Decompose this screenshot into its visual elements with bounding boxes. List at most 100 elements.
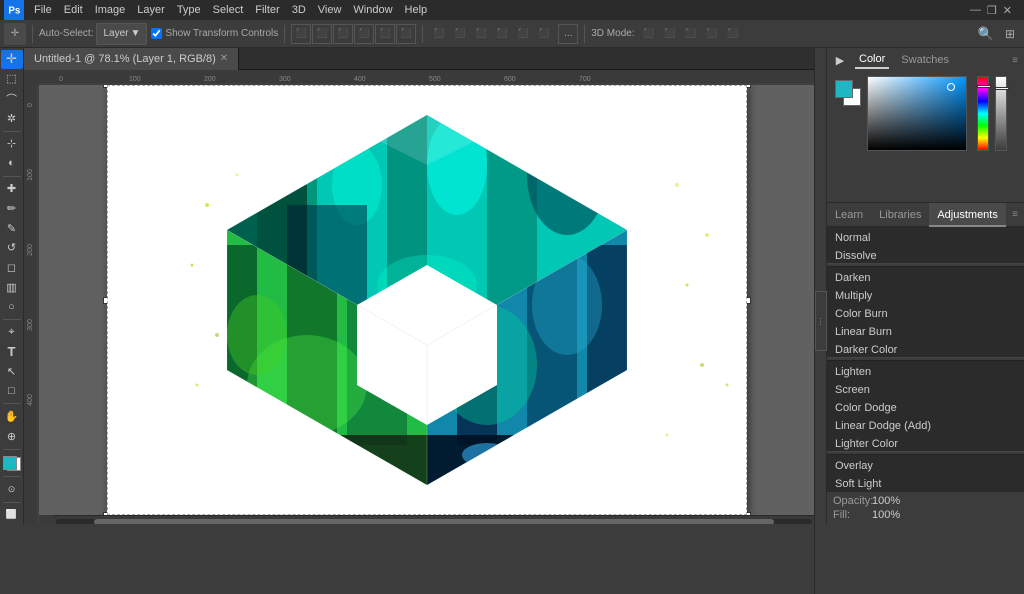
- color-picker-handle[interactable]: [947, 83, 955, 91]
- 3d-icon4[interactable]: ⬛: [702, 24, 722, 44]
- tool-hand[interactable]: ✋: [1, 407, 23, 426]
- auto-select-dropdown[interactable]: Layer ▼: [96, 23, 147, 45]
- tool-history[interactable]: ↺: [1, 238, 23, 257]
- blend-lighter-color[interactable]: Lighter Color: [827, 433, 1024, 451]
- blend-darker-color[interactable]: Darker Color: [827, 339, 1024, 357]
- fg-bg-swatches[interactable]: [835, 80, 861, 106]
- menu-filter[interactable]: Filter: [249, 0, 285, 20]
- dist1-icon[interactable]: ⬛: [429, 24, 449, 44]
- canvas-viewport[interactable]: [39, 85, 814, 515]
- tool-shape[interactable]: □: [1, 382, 23, 401]
- blend-normal[interactable]: Normal: [827, 227, 1024, 245]
- fill-value[interactable]: 100%: [872, 509, 900, 521]
- hue-strip[interactable]: [977, 76, 989, 151]
- dist4-icon[interactable]: ⬛: [492, 24, 512, 44]
- document-tab[interactable]: Untitled-1 @ 78.1% (Layer 1, RGB/8) ✕: [24, 48, 239, 70]
- panel-icon-set[interactable]: ⋮: [815, 291, 827, 351]
- menu-3d[interactable]: 3D: [286, 0, 312, 20]
- search-icon[interactable]: 🔍: [976, 24, 996, 44]
- align-top-icon[interactable]: ⬛: [354, 24, 374, 44]
- tool-zoom[interactable]: ⊕: [1, 427, 23, 446]
- blend-multiply[interactable]: Multiply: [827, 285, 1024, 303]
- blend-mode-list[interactable]: Normal Dissolve Darken Multiply Color Bu…: [827, 227, 1024, 491]
- tool-healing[interactable]: ✚: [1, 180, 23, 199]
- adj-panel-menu-icon[interactable]: ≡: [1006, 209, 1024, 220]
- tab-close-btn[interactable]: ✕: [220, 53, 228, 64]
- learn-tab[interactable]: Learn: [827, 203, 871, 227]
- color-gradient-container[interactable]: [867, 76, 967, 154]
- tool-crop[interactable]: ⊹: [1, 134, 23, 153]
- 3d-icon2[interactable]: ⬛: [660, 24, 680, 44]
- align-center-h-icon[interactable]: ⬛: [312, 24, 332, 44]
- horizontal-scrollbar[interactable]: [54, 515, 814, 524]
- swatches-tab[interactable]: Swatches: [897, 52, 953, 68]
- show-transform-checkbox[interactable]: [151, 28, 162, 39]
- tool-lasso[interactable]: ⌒: [1, 89, 23, 108]
- color-gradient[interactable]: [867, 76, 967, 151]
- blend-color-dodge[interactable]: Color Dodge: [827, 397, 1024, 415]
- maximize-btn[interactable]: ❒: [987, 4, 997, 17]
- tool-marquee[interactable]: ⬚: [1, 70, 23, 89]
- tool-quickmask[interactable]: ⊙: [1, 480, 23, 499]
- blend-lighten[interactable]: Lighten: [827, 361, 1024, 379]
- menu-view[interactable]: View: [312, 0, 348, 20]
- hue-strip-handle[interactable]: [977, 85, 991, 88]
- fg-swatch[interactable]: [835, 80, 853, 98]
- close-btn[interactable]: ✕: [1003, 4, 1012, 17]
- h-scrollbar-track[interactable]: [56, 519, 812, 525]
- tool-path-select[interactable]: ↖: [1, 362, 23, 381]
- blend-linear-burn[interactable]: Linear Burn: [827, 321, 1024, 339]
- color-tab[interactable]: Color: [855, 51, 889, 69]
- menu-edit[interactable]: Edit: [58, 0, 89, 20]
- menu-type[interactable]: Type: [171, 0, 207, 20]
- dist6-icon[interactable]: ⬛: [534, 24, 554, 44]
- dist5-icon[interactable]: ⬛: [513, 24, 533, 44]
- foreground-color-swatch[interactable]: [3, 456, 17, 470]
- play-icon[interactable]: ▶: [833, 53, 847, 67]
- tool-brush[interactable]: ✏: [1, 199, 23, 218]
- opacity-value[interactable]: 100%: [872, 495, 900, 507]
- menu-help[interactable]: Help: [399, 0, 434, 20]
- align-bottom-icon[interactable]: ⬛: [396, 24, 416, 44]
- tool-screen-mode[interactable]: ⬜: [1, 505, 23, 524]
- tool-dodge[interactable]: ○: [1, 297, 23, 316]
- dist3-icon[interactable]: ⬛: [471, 24, 491, 44]
- tool-pen[interactable]: ⌖: [1, 323, 23, 342]
- align-left-icon[interactable]: ⬛: [291, 24, 311, 44]
- minimize-btn[interactable]: —: [970, 4, 981, 17]
- menu-window[interactable]: Window: [347, 0, 398, 20]
- dist2-icon[interactable]: ⬛: [450, 24, 470, 44]
- blend-color-burn[interactable]: Color Burn: [827, 303, 1024, 321]
- tool-text[interactable]: T: [1, 343, 23, 362]
- tool-eyedropper[interactable]: ◐: [1, 154, 23, 173]
- menu-image[interactable]: Image: [89, 0, 132, 20]
- color-panel-menu-icon[interactable]: ≡: [1012, 55, 1018, 66]
- menu-layer[interactable]: Layer: [131, 0, 171, 20]
- align-center-v-icon[interactable]: ⬛: [375, 24, 395, 44]
- 3d-icon1[interactable]: ⬛: [639, 24, 659, 44]
- tool-move[interactable]: ✛: [1, 50, 23, 69]
- tool-gradient[interactable]: ▥: [1, 278, 23, 297]
- 3d-icon3[interactable]: ⬛: [681, 24, 701, 44]
- blend-dissolve[interactable]: Dissolve: [827, 245, 1024, 263]
- foreground-background-colors[interactable]: [1, 454, 23, 473]
- panel-layout-icon[interactable]: ⊞: [1000, 24, 1020, 44]
- blend-darken[interactable]: Darken: [827, 267, 1024, 285]
- 3d-icon5[interactable]: ⬛: [723, 24, 743, 44]
- menu-select[interactable]: Select: [207, 0, 250, 20]
- more-options-icon[interactable]: ...: [558, 24, 578, 44]
- libraries-tab[interactable]: Libraries: [871, 203, 929, 227]
- blend-overlay[interactable]: Overlay: [827, 455, 1024, 473]
- opacity-strip[interactable]: [995, 76, 1007, 151]
- tool-eraser[interactable]: ◻: [1, 258, 23, 277]
- menu-file[interactable]: File: [28, 0, 58, 20]
- adjustments-tab[interactable]: Adjustments: [929, 203, 1006, 227]
- tool-stamp[interactable]: ✎: [1, 219, 23, 238]
- blend-screen[interactable]: Screen: [827, 379, 1024, 397]
- blend-soft-light[interactable]: Soft Light: [827, 473, 1024, 491]
- blend-linear-dodge[interactable]: Linear Dodge (Add): [827, 415, 1024, 433]
- align-right-icon[interactable]: ⬛: [333, 24, 353, 44]
- h-scrollbar-thumb[interactable]: [94, 519, 774, 525]
- tool-wand[interactable]: ✲: [1, 109, 23, 128]
- opacity-handle[interactable]: [995, 87, 1009, 90]
